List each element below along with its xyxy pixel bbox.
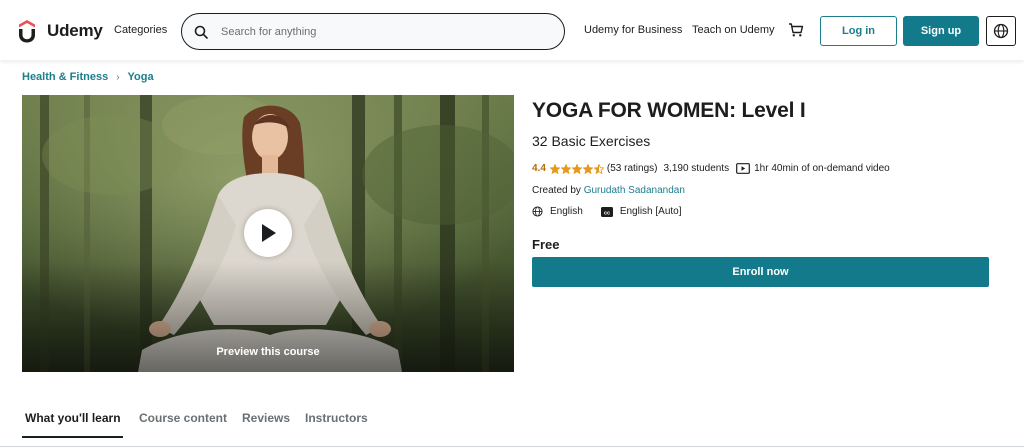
star-rating [549, 163, 605, 174]
star-icon [549, 163, 560, 174]
course-captions: English [Auto] [619, 206, 682, 217]
course-language: English [550, 206, 583, 217]
logo-text: Udemy [47, 21, 103, 40]
teach-on-udemy-link[interactable]: Teach on Udemy [692, 24, 775, 36]
udemy-logo[interactable]: Udemy [12, 17, 103, 45]
rating-value: 4.4 [532, 163, 546, 174]
breadcrumb-yoga[interactable]: Yoga [128, 71, 154, 83]
search-icon[interactable] [194, 25, 208, 39]
search-bar[interactable] [181, 13, 565, 50]
tab-instructors[interactable]: Instructors [305, 411, 368, 425]
instructor-link[interactable]: Gurudath Sadanandan [584, 185, 685, 196]
course-preview-video[interactable]: Preview this course [22, 95, 514, 372]
active-tab-indicator [22, 436, 123, 438]
search-input[interactable] [221, 25, 541, 38]
tab-what-youll-learn[interactable]: What you'll learn [25, 411, 121, 425]
course-title: YOGA FOR WOMEN: Level I [532, 99, 806, 122]
course-price: Free [532, 237, 560, 252]
breadcrumb-health-fitness[interactable]: Health & Fitness [22, 71, 108, 83]
udemy-business-link[interactable]: Udemy for Business [584, 24, 682, 36]
categories-link[interactable]: Categories [114, 24, 167, 36]
star-icon [582, 163, 593, 174]
language-row: English cc English [Auto] [532, 206, 682, 217]
star-icon [593, 163, 604, 174]
udemy-logo-icon [19, 20, 35, 43]
video-duration: 1hr 40min of on-demand video [754, 163, 890, 174]
play-button[interactable] [244, 209, 292, 257]
play-icon [262, 224, 276, 242]
cc-icon: cc [600, 206, 613, 217]
course-subtitle: 32 Basic Exercises [532, 133, 651, 149]
language-button[interactable] [986, 16, 1016, 46]
signup-button[interactable]: Sign up [903, 16, 979, 46]
star-icon [560, 163, 571, 174]
globe-icon [532, 206, 543, 217]
enroll-button[interactable]: Enroll now [532, 257, 989, 287]
created-by: Created by Gurudath Sadanandan [532, 185, 685, 196]
preview-label: Preview this course [216, 346, 320, 358]
breadcrumb: Health & Fitness › Yoga [22, 71, 154, 83]
star-icon [571, 163, 582, 174]
course-tabs: What you'll learn Course content Reviews… [0, 398, 1024, 447]
globe-icon [993, 23, 1009, 39]
rating-count-link[interactable]: (53 ratings) [607, 163, 658, 174]
svg-text:cc: cc [604, 210, 610, 216]
tab-course-content[interactable]: Course content [139, 411, 227, 425]
chevron-right-icon: › [116, 71, 120, 83]
rating-row: 4.4 (53 ratings) 3,190 students 1hr 40mi… [532, 163, 890, 174]
login-button[interactable]: Log in [820, 16, 897, 46]
created-by-label: Created by [532, 185, 581, 196]
tab-reviews[interactable]: Reviews [242, 411, 290, 425]
cart-icon[interactable] [788, 22, 804, 38]
video-icon [736, 163, 750, 174]
students-count: 3,190 students [663, 163, 730, 174]
top-header: Udemy Categories Udemy for Business Teac… [0, 0, 1024, 60]
